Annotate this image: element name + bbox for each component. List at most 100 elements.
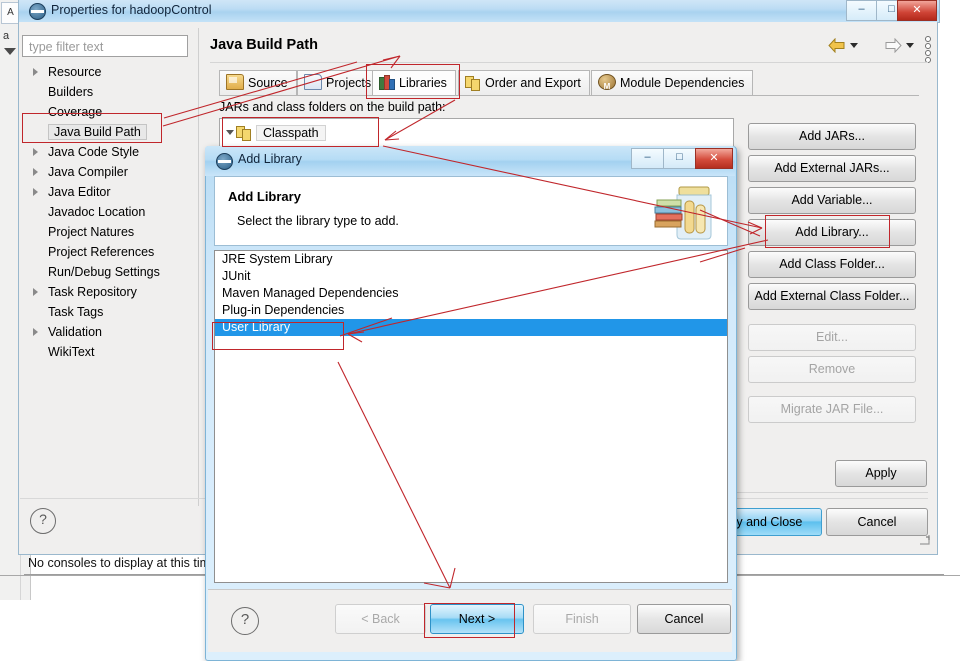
tree-item-label: Validation [48,325,102,339]
add-library-dialog: Add Library – □ ✕ Add Library Select the… [205,146,737,661]
tree-item-coverage[interactable]: Coverage [22,102,188,122]
minimize-button[interactable]: – [846,0,877,21]
tree-item-run-debug-settings[interactable]: Run/Debug Settings [22,262,188,282]
tree-item-java-editor[interactable]: Java Editor [22,182,188,202]
library-jar-books-icon [651,183,717,241]
tree-item-resource[interactable]: Resource [22,62,188,82]
tree-item-label: Task Repository [48,285,137,299]
list-item[interactable]: Plug-in Dependencies [215,302,727,319]
cancel-button[interactable]: Cancel [826,508,928,536]
more-options-button[interactable] [925,35,931,63]
tab-label: Source [248,76,288,90]
back-dropdown-icon[interactable] [850,43,858,48]
dot-icon [925,43,931,49]
tabstrip-underline [219,95,919,96]
eclipse-app-icon [216,153,233,170]
settings-tree[interactable]: Resource Builders Coverage Java Build Pa… [22,62,188,494]
header-divider [210,62,928,63]
tree-item-project-natures[interactable]: Project Natures [22,222,188,242]
library-type-list[interactable]: JRE System Library JUnit Maven Managed D… [214,250,728,583]
expand-arrow-icon[interactable] [33,168,38,176]
list-item[interactable]: Maven Managed Dependencies [215,285,727,302]
dot-icon [925,50,931,56]
tree-item-builders[interactable]: Builders [22,82,188,102]
tree-item-task-repository[interactable]: Task Repository [22,282,188,302]
dialog-header: Add Library Select the library type to a… [214,176,728,246]
tree-item-project-references[interactable]: Project References [22,242,188,262]
add-class-folder-button[interactable]: Add Class Folder... [748,251,916,278]
add-external-class-folder-button[interactable]: Add External Class Folder... [748,283,916,310]
console-status-text: No consoles to display at this tim [28,556,211,570]
list-item[interactable]: JRE System Library [215,251,727,268]
expand-arrow-icon[interactable] [33,148,38,156]
tab-label: Order and Export [485,76,581,90]
dialog-footer: ? < Back Next > Finish Cancel [208,589,732,652]
tab-source[interactable]: Source [219,70,297,96]
finish-button: Finish [533,604,631,634]
expand-arrow-icon[interactable] [33,288,38,296]
add-jars-button[interactable]: Add JARs... [748,123,916,150]
tree-item-java-compiler[interactable]: Java Compiler [22,162,188,182]
expand-arrow-icon[interactable] [33,68,38,76]
help-button[interactable]: ? [30,508,56,534]
tree-item-label: Java Code Style [48,145,140,159]
dialog-maximize-button[interactable]: □ [663,148,696,169]
tree-item-wikitext[interactable]: WikiText [22,342,188,362]
expand-arrow-icon[interactable] [33,328,38,336]
dot-icon [925,36,931,42]
chevron-down-icon[interactable] [4,48,16,55]
minimize-icon: – [644,151,651,163]
classpath-icon [236,126,251,141]
close-icon: ✕ [912,4,922,16]
tab-module-dependencies[interactable]: Module Dependencies [591,70,754,99]
list-item-selected[interactable]: User Library [215,319,727,336]
add-library-button[interactable]: Add Library... [748,219,916,246]
dialog-close-button[interactable]: ✕ [695,148,733,169]
tree-item-task-tags[interactable]: Task Tags [22,302,188,322]
dialog-header-title: Add Library [228,189,301,204]
tab-libraries[interactable]: Libraries [372,70,456,96]
cancel-button[interactable]: Cancel [637,604,731,634]
tree-item-javadoc-location[interactable]: Javadoc Location [22,202,188,222]
tree-item-label: Run/Debug Settings [48,265,160,279]
filter-input[interactable]: type filter text [22,35,188,57]
migrate-jar-file-button: Migrate JAR File... [748,396,916,423]
expand-arrow-icon[interactable] [33,188,38,196]
tree-item-validation[interactable]: Validation [22,322,188,342]
dialog-minimize-button[interactable]: – [631,148,664,169]
tree-item-label: Coverage [48,105,103,119]
tab-projects[interactable]: Projects [297,70,381,96]
list-item[interactable]: JUnit [215,268,727,285]
tree-item-java-build-path[interactable]: Java Build Path [22,122,188,142]
tree-item-java-code-style[interactable]: Java Code Style [22,142,188,162]
add-external-jars-button[interactable]: Add External JARs... [748,155,916,182]
edit-button: Edit... [748,324,916,351]
libraries-books-icon [379,75,395,90]
dialog-titlebar: Add Library – □ ✕ [205,146,735,176]
forward-dropdown-icon[interactable] [906,43,914,48]
back-button[interactable] [828,37,846,54]
sidebar-divider [198,28,199,506]
window-resize-handle[interactable] [918,533,932,547]
collapse-arrow-icon[interactable] [226,130,234,135]
tab-label: Module Dependencies [620,76,745,90]
project-folder-icon [304,74,322,90]
jars-description-label: JARs and class folders on the build path… [219,100,446,114]
next-button[interactable]: Next > [430,604,524,634]
tree-item-label: Resource [48,65,102,79]
dialog-window-title: Add Library [238,152,302,166]
tree-item-label: Javadoc Location [48,205,146,219]
tab-label: Projects [326,76,372,90]
minimize-icon: – [858,3,865,15]
forward-button[interactable] [884,37,902,54]
dialog-header-subtitle: Select the library type to add. [237,214,399,228]
source-folder-icon [226,74,244,90]
add-variable-button[interactable]: Add Variable... [748,187,916,214]
classpath-tree-row[interactable]: Classpath [224,123,326,143]
dialog-help-button[interactable]: ? [231,607,259,635]
tab-order-and-export[interactable]: Order and Export [458,70,590,96]
apply-button[interactable]: Apply [835,460,927,487]
window-title: Properties for hadoopControl [51,3,212,17]
close-button[interactable]: ✕ [897,0,937,21]
remove-button: Remove [748,356,916,383]
